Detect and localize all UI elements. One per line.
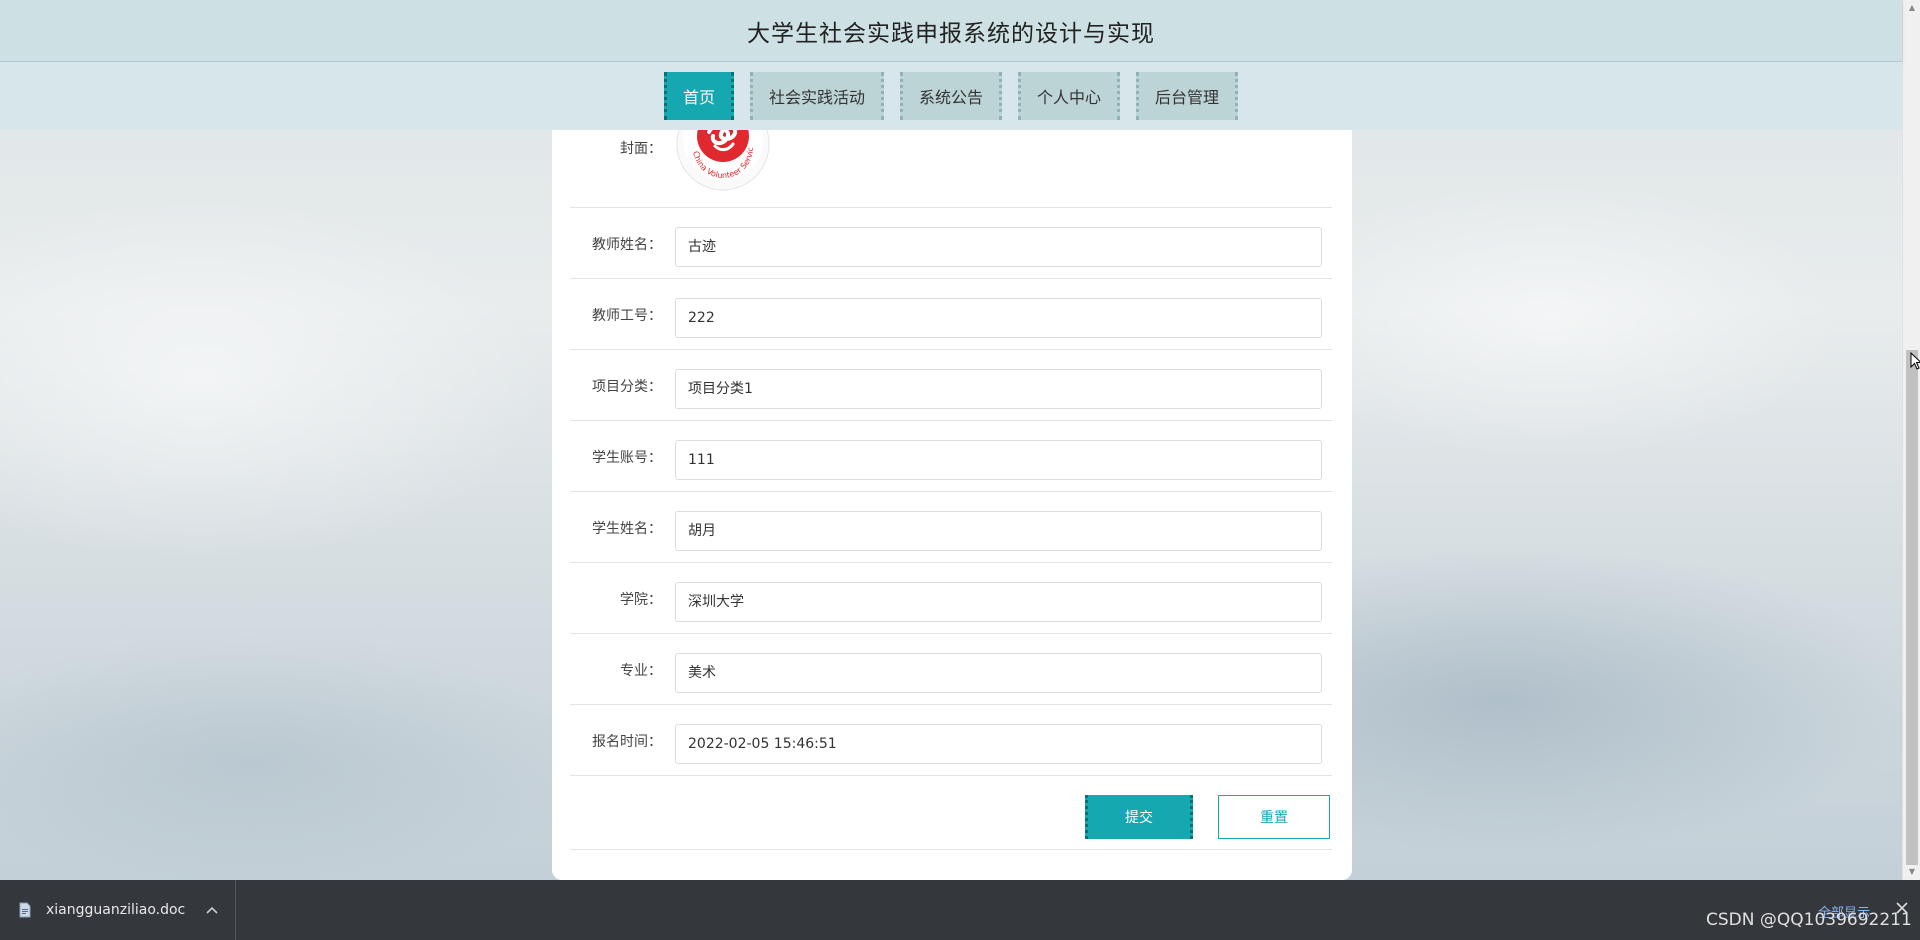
- form-row-college: 学院： 深圳大学: [570, 563, 1332, 634]
- form-row-actions: 提交 重置: [570, 776, 1332, 850]
- form-row-major: 专业： 美术: [570, 634, 1332, 705]
- field-label: 报名时间：: [592, 734, 662, 750]
- form-row-project-category: 项目分类： 项目分类1: [570, 350, 1332, 421]
- form-card: 封面： China Volunteer Service 教师姓名： 古迹 教师工…: [552, 100, 1352, 880]
- signup-time-input[interactable]: 2022-02-05 15:46:51: [675, 724, 1322, 764]
- major-input[interactable]: 美术: [675, 653, 1322, 693]
- field-label: 项目分类：: [592, 379, 662, 395]
- reset-button[interactable]: 重置: [1218, 795, 1330, 839]
- field-label: 专业：: [620, 663, 662, 679]
- scrollbar-thumb[interactable]: [1906, 350, 1918, 865]
- field-label: 学生姓名：: [592, 521, 662, 537]
- field-label: 学院：: [620, 592, 662, 608]
- form-row-student-name: 学生姓名： 胡月: [570, 492, 1332, 563]
- student-account-input[interactable]: 111: [675, 440, 1322, 480]
- nav-item-personal-center[interactable]: 个人中心: [1018, 72, 1121, 120]
- download-filename: xiangguanziliao.doc: [46, 902, 186, 918]
- teacher-name-input[interactable]: 古迹: [675, 227, 1322, 267]
- main-nav: 首页 社会实践活动 系统公告 个人中心 后台管理: [0, 62, 1902, 130]
- field-label: 学生账号：: [592, 450, 662, 466]
- watermark: CSDN @QQ1039692211: [1706, 910, 1912, 930]
- student-name-input[interactable]: 胡月: [675, 511, 1322, 551]
- site-title: 大学生社会实践申报系统的设计与实现: [747, 20, 1155, 47]
- submit-button[interactable]: 提交: [1085, 795, 1193, 839]
- college-input[interactable]: 深圳大学: [675, 582, 1322, 622]
- scroll-up-icon[interactable]: ▲: [1903, 0, 1920, 16]
- document-icon: [18, 901, 32, 919]
- nav-item-home[interactable]: 首页: [663, 72, 734, 120]
- nav-item-admin[interactable]: 后台管理: [1136, 72, 1239, 120]
- mouse-cursor-icon: [1910, 351, 1920, 374]
- field-label: 教师姓名：: [592, 237, 662, 253]
- form-row-student-account: 学生账号： 111: [570, 421, 1332, 492]
- download-bar: xiangguanziliao.doc 全部显示: [0, 880, 1920, 940]
- nav-item-social-practice[interactable]: 社会实践活动: [749, 72, 884, 120]
- scroll-down-icon[interactable]: ▼: [1903, 864, 1920, 880]
- teacher-id-input[interactable]: 222: [675, 298, 1322, 338]
- form-row-teacher-name: 教师姓名： 古迹: [570, 208, 1332, 279]
- project-category-input[interactable]: 项目分类1: [675, 369, 1322, 409]
- cover-label: 封面：: [620, 141, 662, 157]
- field-label: 教师工号：: [592, 308, 662, 324]
- site-header: 大学生社会实践申报系统的设计与实现: [0, 0, 1902, 62]
- form-row-teacher-id: 教师工号： 222: [570, 279, 1332, 350]
- download-item[interactable]: xiangguanziliao.doc: [0, 880, 236, 940]
- vertical-scrollbar[interactable]: ▲ ▼: [1902, 0, 1920, 880]
- nav-item-announcements[interactable]: 系统公告: [899, 72, 1002, 120]
- form-row-signup-time: 报名时间： 2022-02-05 15:46:51: [570, 705, 1332, 776]
- chevron-up-icon[interactable]: [204, 900, 220, 920]
